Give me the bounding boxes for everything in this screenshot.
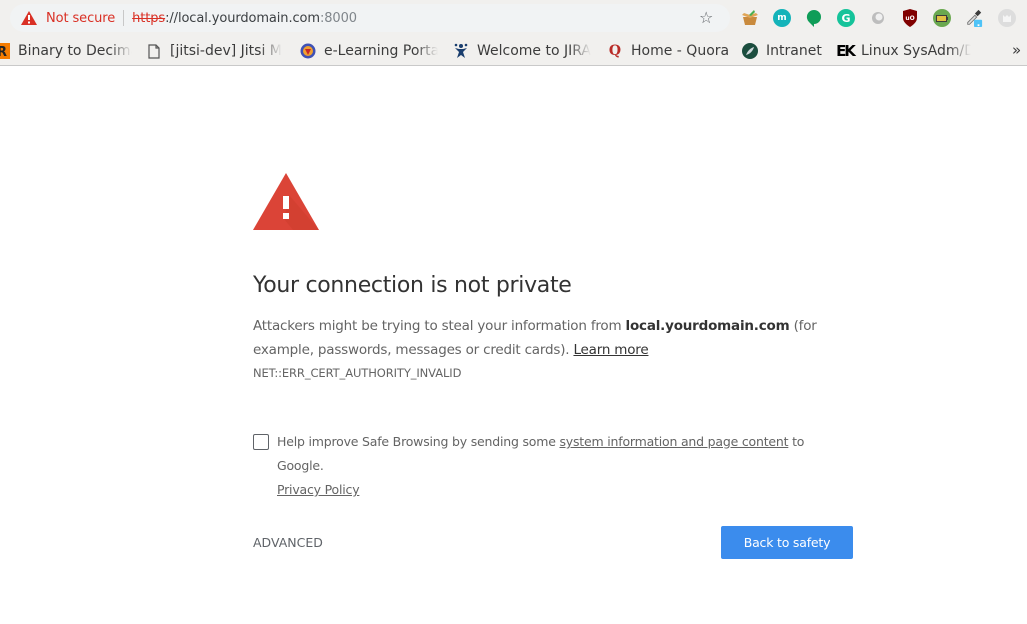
box-extension-icon[interactable] xyxy=(741,9,759,27)
button-row: ADVANCED Back to safety xyxy=(253,526,853,559)
browser-toolbar: Not secure https://local.yourdomain.com:… xyxy=(0,0,1027,36)
back-to-safety-button[interactable]: Back to safety xyxy=(721,526,853,559)
svg-text:uO: uO xyxy=(905,15,914,22)
gray-circle-extension-icon[interactable] xyxy=(869,9,887,27)
battery-extension-icon[interactable] xyxy=(933,9,951,27)
warning-triangle-icon xyxy=(253,173,319,230)
bookmark-e-learning-portal[interactable]: e-Learning Porta xyxy=(300,41,438,61)
rapidtables-icon: R xyxy=(0,43,10,59)
domain-name: local.yourdomain.com xyxy=(625,318,790,334)
url-text[interactable]: https://local.yourdomain.com:8000 xyxy=(132,11,357,26)
bookmark-home-quora[interactable]: Q Home - Quora xyxy=(607,41,729,61)
bookmarks-overflow-chevron-icon[interactable]: » xyxy=(1012,41,1021,59)
url-port: :8000 xyxy=(319,10,357,26)
colorpicker-extension-icon[interactable] xyxy=(965,9,983,27)
bookmark-linux-sysadmin[interactable]: EK Linux SysAdm/D xyxy=(836,41,971,61)
m-extension-icon[interactable]: m xyxy=(773,9,791,27)
bookmark-welcome-to-jira[interactable]: Welcome to JIRA xyxy=(453,41,591,61)
interstitial-content: Your connection is not private Attackers… xyxy=(253,173,853,502)
svg-text:R: R xyxy=(0,45,7,59)
url-separator: :// xyxy=(165,10,178,26)
bookmark-star-icon[interactable]: ☆ xyxy=(699,9,713,27)
page-title: Your connection is not private xyxy=(253,273,572,298)
jira-icon xyxy=(453,43,469,59)
safe-browsing-checkbox[interactable] xyxy=(253,434,269,450)
grammarly-extension-icon[interactable]: G xyxy=(837,9,855,27)
bookmark-intranet[interactable]: Intranet xyxy=(742,41,822,61)
ghost-extension-icon[interactable] xyxy=(998,9,1016,27)
learn-more-link[interactable]: Learn more xyxy=(573,342,648,358)
ublock-extension-icon[interactable]: uO xyxy=(901,9,919,27)
address-bar[interactable]: Not secure https://local.yourdomain.com:… xyxy=(10,4,730,32)
url-host: local.yourdomain.com xyxy=(177,10,320,26)
system-info-link[interactable]: system information and page content xyxy=(559,434,788,449)
bookmark-jitsi-dev[interactable]: [jitsi-dev] Jitsi M xyxy=(146,41,282,61)
not-secure-label[interactable]: Not secure xyxy=(46,11,115,26)
privacy-policy-link[interactable]: Privacy Policy xyxy=(277,482,360,497)
university-emblem-icon xyxy=(300,43,316,59)
advanced-button[interactable]: ADVANCED xyxy=(253,535,323,550)
safe-browsing-optin: Help improve Safe Browsing by sending so… xyxy=(253,430,853,502)
intranet-leaf-icon xyxy=(742,43,758,59)
page-icon xyxy=(146,43,162,59)
url-scheme: https xyxy=(132,10,166,26)
error-code: NET::ERR_CERT_AUTHORITY_INVALID xyxy=(253,366,462,380)
ek-icon: EK xyxy=(836,42,856,60)
quora-icon: Q xyxy=(608,43,622,59)
omnibox-divider xyxy=(123,10,125,26)
not-secure-warning-icon[interactable] xyxy=(20,10,38,26)
hangouts-extension-icon[interactable] xyxy=(805,9,823,27)
bookmark-binary-to-decimal[interactable]: R Binary to Decima xyxy=(0,41,132,61)
bookmarks-bar: R Binary to Decima [jitsi-dev] Jitsi M e… xyxy=(0,36,1027,66)
main-message: Attackers might be trying to steal your … xyxy=(253,318,817,358)
